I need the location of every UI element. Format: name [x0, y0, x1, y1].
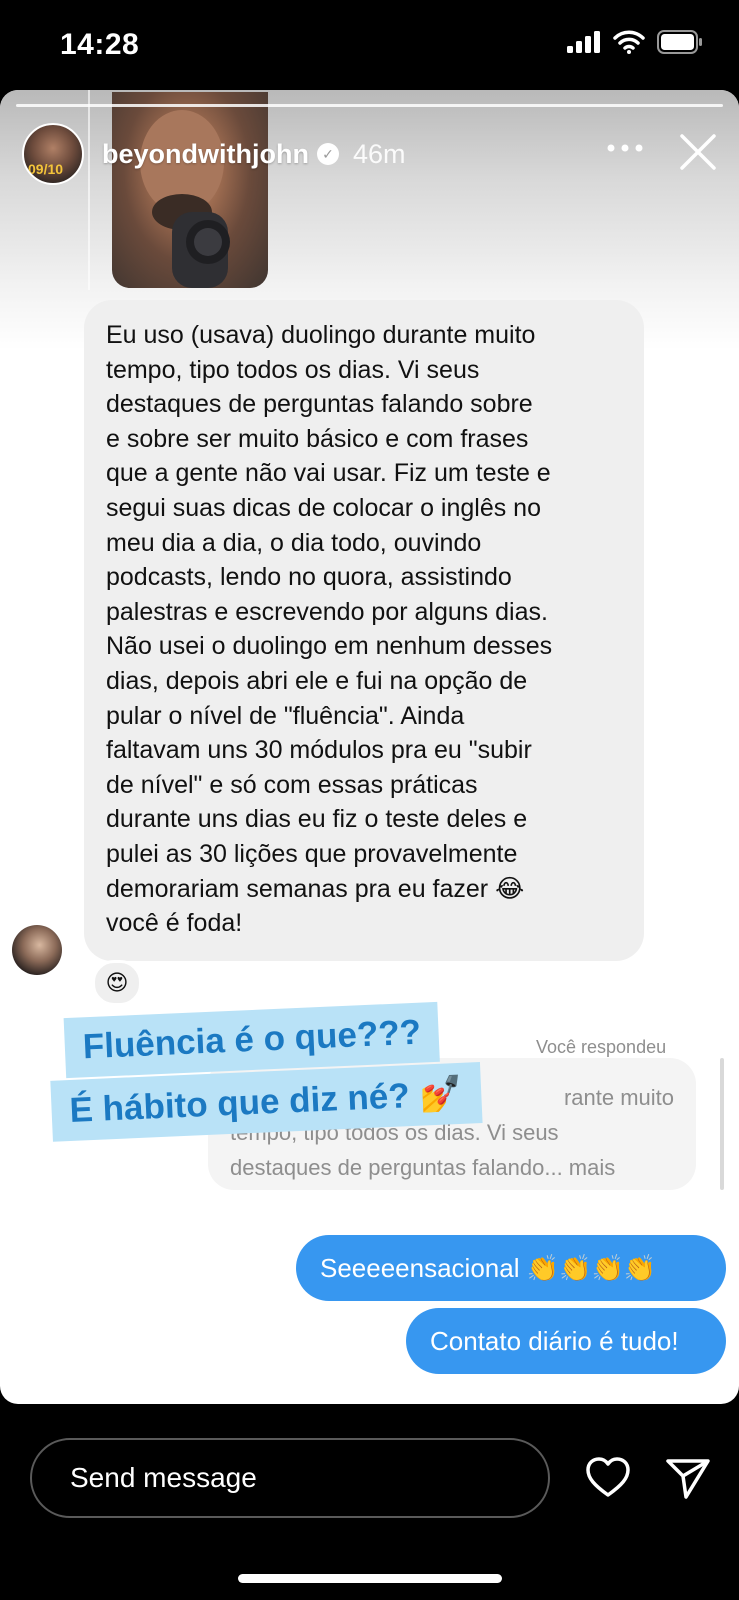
status-bar: 14:28 — [0, 0, 739, 90]
message-line: tempo, tipo todos os dias. Vi seus — [106, 355, 480, 384]
like-button[interactable] — [584, 1454, 632, 1502]
message-line: meu dia a dia, o dia todo, ouvindo — [106, 528, 482, 557]
message-line: de nível" e só com essas práticas — [106, 770, 478, 799]
message-line: dias, depois abri ele e fui na opção de — [106, 666, 528, 695]
username[interactable]: beyondwithjohn — [102, 139, 309, 170]
message-line: podcasts, lendo no quora, assistindo — [106, 563, 512, 592]
incoming-message-bubble[interactable]: Eu uso (usava) duolingo durante muito te… — [84, 300, 644, 961]
message-line: pulei as 30 lições que provavelmente — [106, 839, 518, 868]
message-line: Eu uso (usava) duolingo durante muito — [106, 321, 536, 349]
verified-icon: ✓ — [316, 143, 339, 165]
sender-avatar[interactable] — [12, 925, 62, 975]
more-options-button[interactable] — [600, 134, 650, 164]
message-line: palestras e escrevendo por alguns dias. — [106, 597, 548, 626]
more-icon — [607, 144, 643, 152]
message-line: demorariam semanas pra eu fazer 😂 — [106, 874, 525, 903]
avatar-badge: 09/10 — [28, 161, 64, 177]
send-button[interactable] — [664, 1454, 712, 1502]
story-progress-bar — [16, 104, 723, 107]
you-replied-label: Você respondeu — [536, 1037, 667, 1057]
story-video-thumbnail[interactable] — [112, 92, 268, 288]
outgoing-message-bubble[interactable]: Contato diário é tudo! — [406, 1308, 726, 1374]
reply-bar — [0, 1404, 739, 1600]
message-line: você é foda! — [106, 909, 243, 938]
battery-icon — [657, 30, 702, 54]
message-line: e sobre ser muito básico e com frases — [106, 424, 529, 453]
send-icon — [666, 1459, 710, 1499]
wifi-icon — [613, 30, 645, 54]
message-line: Não usei o duolingo em nenhum desses — [106, 632, 553, 661]
close-icon — [680, 134, 716, 170]
message-line: segui suas dicas de colocar o inglês no — [106, 493, 541, 522]
message-reaction[interactable]: 😍 — [92, 960, 142, 1006]
story-header: 09/10 beyondwithjohn ✓ 46m — [22, 123, 406, 185]
story-time-ago: 46m — [352, 138, 406, 169]
story-text-sticker: Fluência é o que??? É hábito que diz né?… — [50, 998, 541, 1142]
message-line: destaques de perguntas falando sobre — [106, 390, 533, 419]
message-line: que a gente não vai usar. Fiz um teste e — [106, 459, 551, 488]
story-card[interactable]: 09/10 beyondwithjohn ✓ 46m Eu uso (usava… — [0, 90, 739, 1404]
home-indicator — [238, 1574, 502, 1583]
person-thumbnail-icon — [140, 110, 230, 288]
quote-bar — [720, 1058, 724, 1190]
message-line: faltavam uns 30 módulos pra eu "subir — [106, 736, 532, 765]
heart-icon — [586, 1457, 630, 1497]
message-line: pular o nível de "fluência". Ainda — [106, 701, 465, 730]
cellular-signal-icon — [567, 31, 600, 53]
avatar[interactable]: 09/10 — [22, 123, 84, 185]
story-divider — [88, 90, 90, 290]
send-message-input[interactable] — [30, 1438, 550, 1518]
status-icons — [567, 30, 703, 54]
quote-line: destaques de perguntas falando... mais — [230, 1155, 616, 1180]
outgoing-message-bubble[interactable]: Seeeeensacional 👏👏👏👏 — [296, 1235, 726, 1301]
close-button[interactable] — [676, 130, 720, 174]
status-time: 14:28 — [60, 28, 140, 61]
message-line: durante uns dias eu fiz o teste deles e — [106, 805, 528, 834]
